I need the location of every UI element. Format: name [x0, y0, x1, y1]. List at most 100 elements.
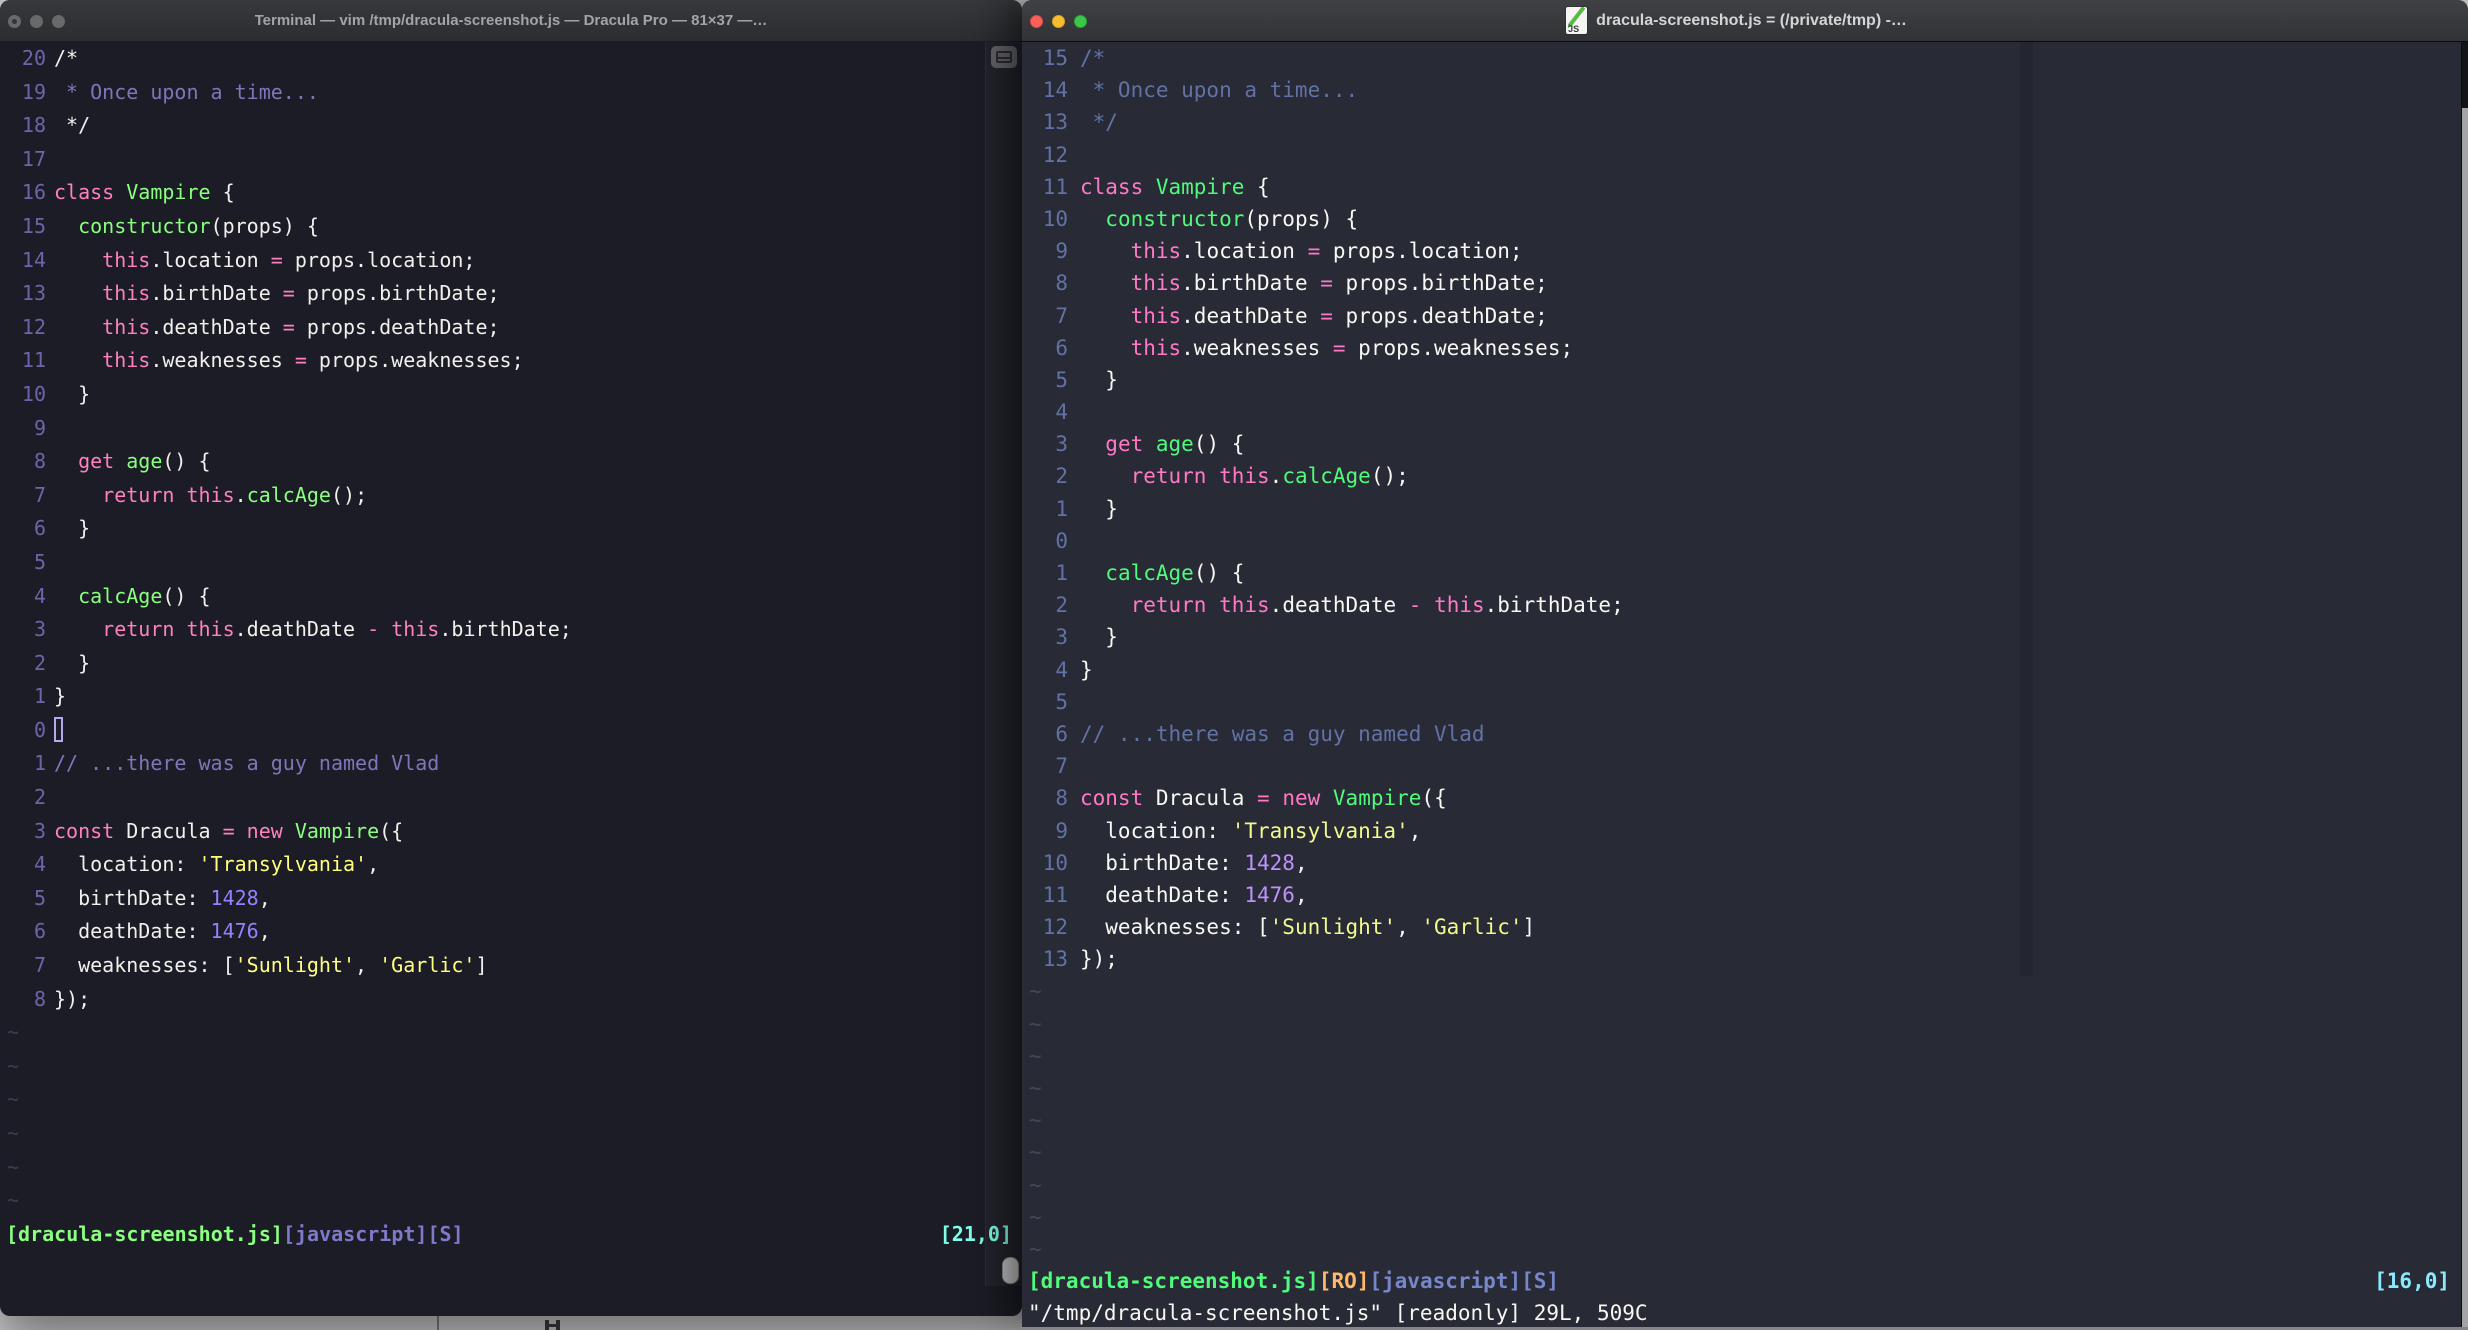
code-line: 1 } [1022, 493, 2468, 525]
background-window-divider [437, 1316, 439, 1330]
macvim-content: 15/* 14 * Once upon a time... 13 */12 11 cla… [1022, 42, 2468, 1330]
macvim-titlebar[interactable]: JS dracula-screenshot.js = (/private/tmp… [1022, 0, 2468, 42]
split-pane-button[interactable] [991, 46, 1017, 68]
code-line: 0 [0, 714, 1022, 748]
code-line: 11 this.weaknesses = props.weaknesses; [0, 344, 1022, 378]
status-ruler: [16,0] [2374, 1269, 2450, 1294]
code-line: 0 [1022, 525, 2468, 557]
code-line: 15 constructor(props) { [0, 210, 1022, 244]
traffic-lights [8, 0, 65, 42]
scrollbar-thumb[interactable] [2462, 42, 2468, 108]
tilde-line: ~ [7, 1121, 20, 1145]
line-number: 4 [33, 583, 46, 608]
tilde-line: ~ [1029, 1140, 1042, 1165]
line-number: 3 [33, 818, 46, 843]
code-line: 13 */ [1022, 106, 2468, 138]
line-number: 5 [33, 885, 46, 910]
terminal-titlebar[interactable]: Terminal — vim /tmp/dracula-screenshot.j… [0, 0, 1022, 42]
code-line: 12 this.deathDate = props.deathDate; [0, 311, 1022, 345]
line-number: 10 [1042, 206, 1068, 231]
code-line: 12 [1022, 139, 2468, 171]
code-line: 10 birthDate: 1428, [1022, 847, 2468, 879]
line-number: 2 [33, 785, 46, 810]
code-line: 7 [1022, 750, 2468, 782]
code-line: 11 class Vampire { [1022, 171, 2468, 203]
minimize-button[interactable] [1052, 14, 1065, 28]
code-line: 3 return this.deathDate - this.birthDate… [0, 613, 1022, 647]
tilde-line: ~ [7, 1053, 20, 1078]
line-number: 7 [33, 953, 46, 978]
line-number: 4 [1055, 400, 1068, 425]
line-number: 2 [33, 650, 46, 675]
zoom-button[interactable] [52, 14, 65, 28]
close-button[interactable] [8, 14, 21, 28]
tilde-line: ~ [7, 1188, 20, 1213]
zoom-button[interactable] [1074, 14, 1087, 28]
code-lines[interactable]: 20/* 19 * Once upon a time... 18 */17 16 cla… [0, 42, 1022, 1218]
code-line: 14 * Once upon a time... [1022, 74, 2468, 106]
line-number: 8 [33, 449, 46, 474]
window-title: Terminal — vim /tmp/dracula-screenshot.j… [254, 12, 768, 29]
code-line: 7 return this.calcAge(); [0, 479, 1022, 513]
tilde-line: ~ [1029, 1011, 1042, 1036]
line-number: 13 [1042, 110, 1068, 135]
code-line: 15/* [1022, 42, 2468, 74]
code-line: 5 } [1022, 364, 2468, 396]
code-line: 10 constructor(props) { [1022, 203, 2468, 235]
line-number: 5 [33, 549, 46, 574]
code-line: 18 */ [0, 109, 1022, 143]
vim-statusline: [dracula-screenshot.js] [javascript][S] [… [0, 1218, 1022, 1252]
tilde-line: ~ [1029, 1108, 1042, 1133]
terminal-window: Terminal — vim /tmp/dracula-screenshot.j… [0, 0, 1022, 1316]
tilde-line: ~ [1029, 1172, 1042, 1197]
line-number: 4 [33, 852, 46, 877]
code-line: 5 [0, 546, 1022, 580]
line-number: 9 [1055, 239, 1068, 264]
code-line: 7 this.deathDate = props.deathDate; [1022, 300, 2468, 332]
vim-statusline: [dracula-screenshot.js] [RO] [javascript][… [1022, 1265, 2468, 1297]
traffic-lights [1030, 0, 1087, 42]
code-line: 6// ...there was a guy named Vlad [1022, 718, 2468, 750]
terminal-scrollbar[interactable] [985, 42, 1022, 1286]
background-window-fragment [0, 1316, 1022, 1330]
line-number: 9 [33, 415, 46, 440]
line-number: 1 [33, 684, 46, 709]
code-line: 1 calcAge() { [1022, 557, 2468, 589]
line-number: 10 [21, 381, 46, 406]
code-line: 2 } [0, 647, 1022, 681]
line-number: 3 [1055, 625, 1068, 650]
line-number: 4 [1055, 657, 1068, 682]
macvim-scrollbar[interactable] [2461, 42, 2468, 1330]
line-number: 6 [33, 919, 46, 944]
code-line: 4 location: 'Transylvania', [0, 848, 1022, 882]
code-line: 3 const Dracula = new Vampire({ [0, 815, 1022, 849]
line-number: 7 [1055, 754, 1068, 779]
status-filename: [dracula-screenshot.js] [6, 1221, 283, 1246]
line-number: 19 [21, 79, 46, 104]
tilde-line: ~ [7, 1154, 20, 1179]
code-line: 16 class Vampire { [0, 176, 1022, 210]
macvim-window: JS dracula-screenshot.js = (/private/tmp… [1022, 0, 2468, 1330]
vim-cursor [54, 716, 63, 742]
status-filetype: [javascript][S] [282, 1221, 464, 1246]
code-line: 3 get age() { [1022, 428, 2468, 460]
scrollbar-thumb[interactable] [1002, 1257, 1019, 1284]
window-title: dracula-screenshot.js = (/private/tmp) -… [1596, 11, 1911, 29]
code-line: 1// ...there was a guy named Vlad [0, 747, 1022, 781]
code-line: 3 } [1022, 621, 2468, 653]
code-line: 14 this.location = props.location; [0, 244, 1022, 278]
code-line: 4 [1022, 396, 2468, 428]
minimize-button[interactable] [30, 14, 43, 28]
close-button[interactable] [1030, 14, 1043, 28]
code-line: 8}); [0, 983, 1022, 1017]
line-number: 3 [1055, 432, 1068, 457]
line-number: 16 [21, 180, 46, 205]
line-number: 7 [33, 482, 46, 507]
code-line: 9 location: 'Transylvania', [1022, 815, 2468, 847]
code-line: 9 [0, 412, 1022, 446]
code-line: 2 [0, 781, 1022, 815]
code-line: 6 } [0, 512, 1022, 546]
line-number: 8 [1055, 786, 1068, 811]
line-number: 2 [1055, 464, 1068, 489]
code-lines[interactable]: 15/* 14 * Once upon a time... 13 */12 11 cla… [1022, 42, 2468, 1265]
